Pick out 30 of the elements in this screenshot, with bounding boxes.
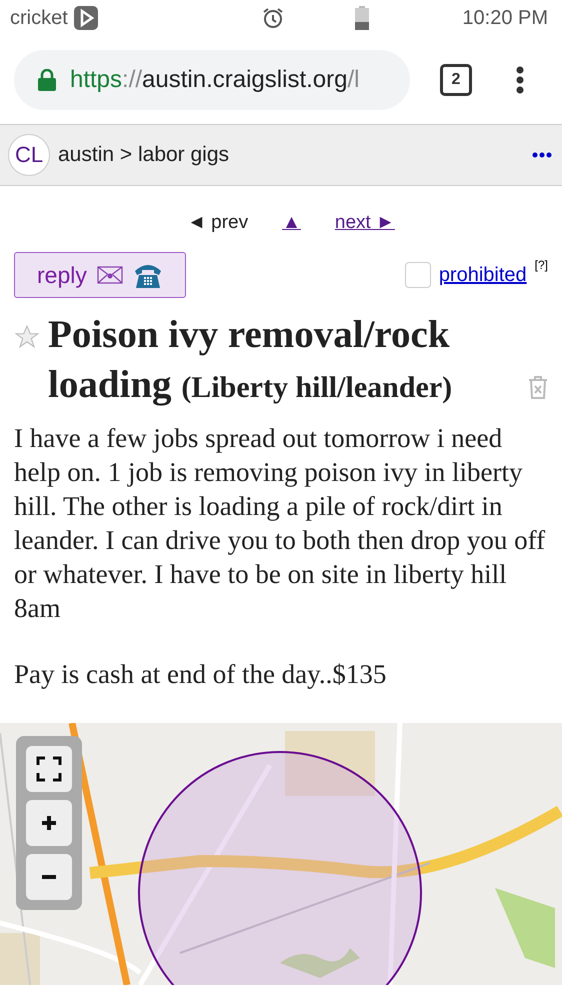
posting-body-text: Pay is cash at end of the day..$135 bbox=[14, 658, 388, 691]
clock-time: 10:20 PM bbox=[462, 6, 548, 30]
lock-icon bbox=[38, 69, 56, 91]
next-link[interactable]: next ► bbox=[334, 212, 395, 234]
posting-body-text: I have a few jobs spread out tomorrow i need help on. 1 job is removing poison ivy in liberty hill. The other is loading a pile of rock/dirt in leander. I can drive you to both then drop you off or whatever. I have to be on site in liberty hill 8am bbox=[14, 422, 546, 625]
plus-icon bbox=[41, 815, 57, 831]
prohibited-link[interactable]: prohibited bbox=[438, 264, 527, 286]
posting-title: Poison ivy removal/rock loading (Liberty hill/leander) bbox=[48, 312, 454, 408]
minus-icon bbox=[41, 874, 57, 880]
star-icon[interactable] bbox=[14, 324, 40, 350]
flag-checkbox[interactable] bbox=[404, 262, 431, 288]
fullscreen-button[interactable] bbox=[26, 746, 72, 792]
breadcrumb[interactable]: austin > labor gigs bbox=[58, 143, 524, 167]
address-bar[interactable]: https://austin.craigslist.org/l bbox=[14, 50, 410, 110]
more-icon[interactable] bbox=[532, 152, 552, 158]
alarm-icon bbox=[261, 6, 286, 30]
fullscreen-icon bbox=[36, 756, 62, 782]
reply-button[interactable]: reply bbox=[14, 252, 186, 298]
help-link[interactable]: [?] bbox=[534, 258, 548, 272]
battery-icon bbox=[355, 6, 370, 30]
zoom-out-button[interactable] bbox=[26, 854, 72, 900]
site-logo[interactable]: CL bbox=[8, 134, 50, 176]
menu-icon[interactable] bbox=[516, 66, 524, 94]
prev-link[interactable]: ◄ prev bbox=[187, 212, 248, 234]
up-link[interactable]: ▲ bbox=[282, 212, 301, 234]
zoom-in-button[interactable] bbox=[26, 800, 72, 846]
play-icon bbox=[74, 6, 98, 30]
tab-count-button[interactable]: 2 bbox=[440, 64, 472, 96]
carrier-name: cricket bbox=[10, 6, 68, 30]
envelope-icon bbox=[96, 266, 123, 284]
